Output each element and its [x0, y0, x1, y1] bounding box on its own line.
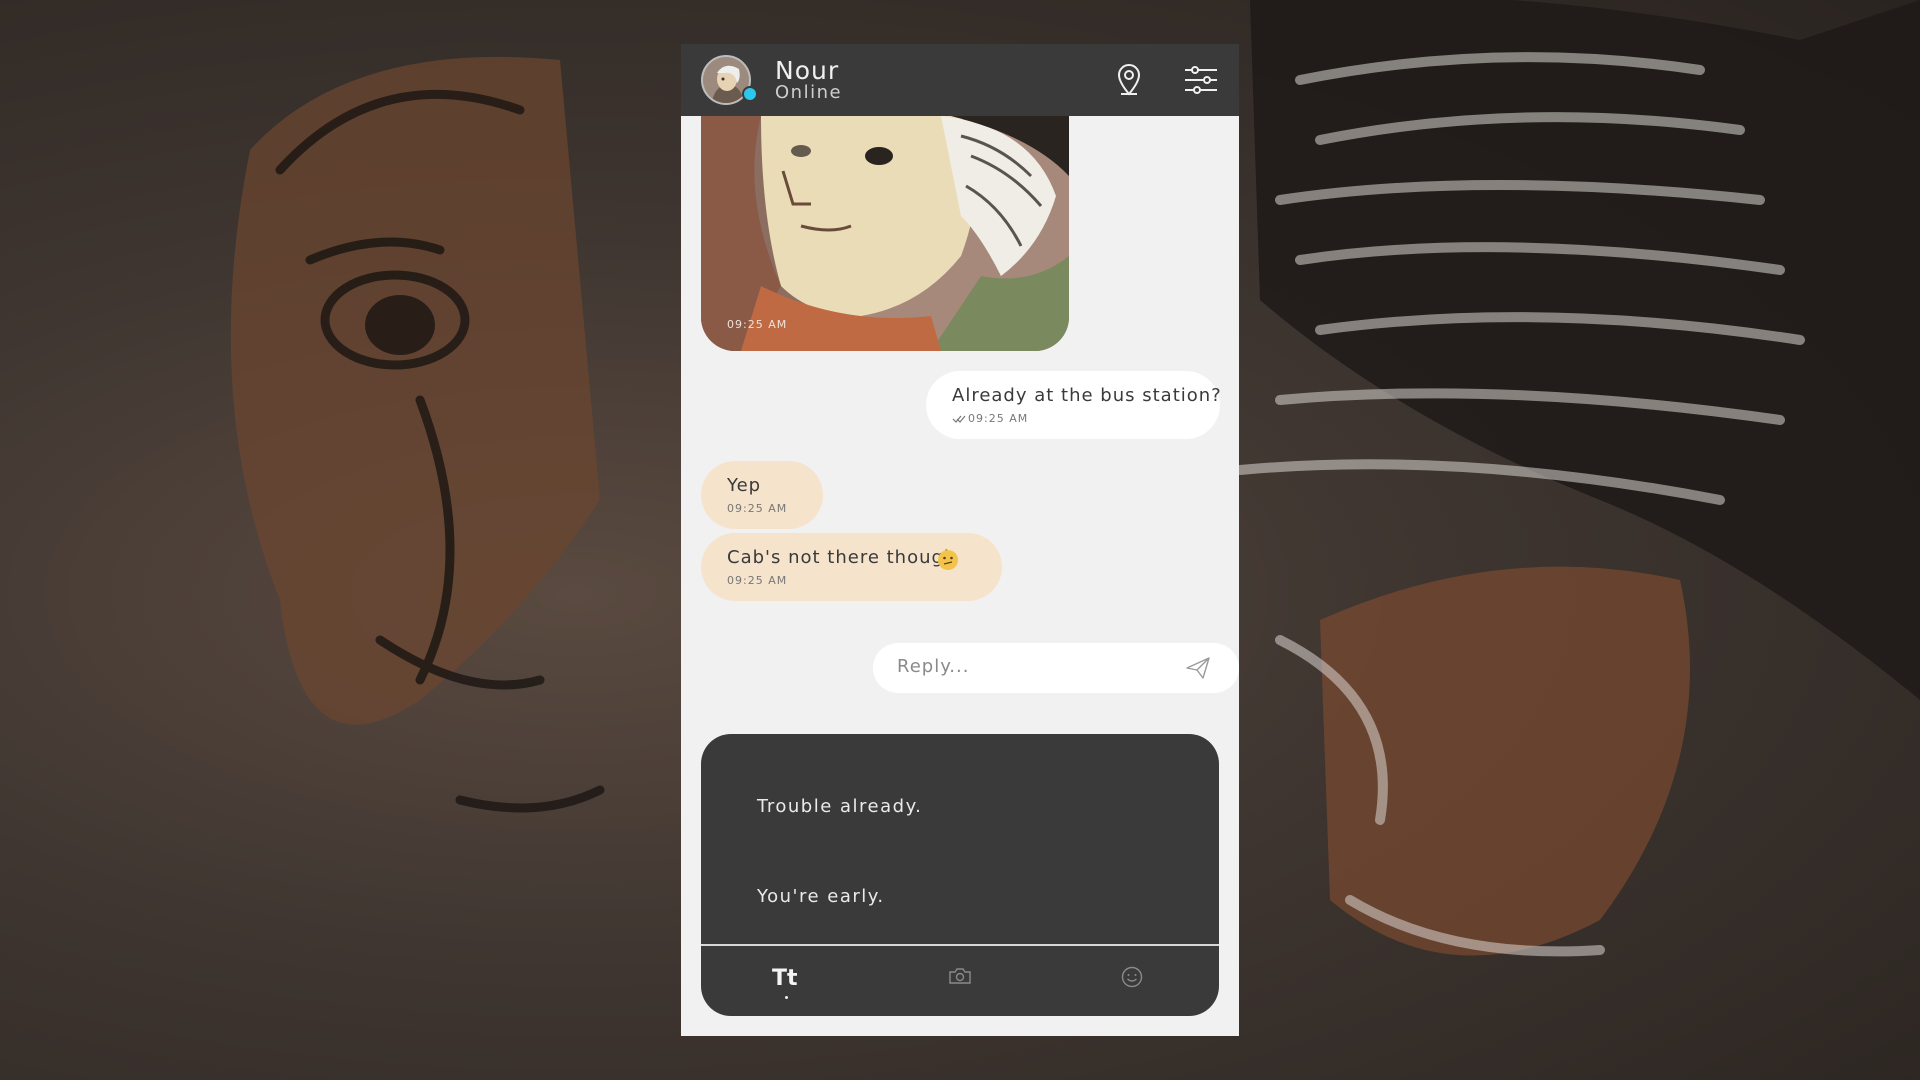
choice-option[interactable]: Trouble already. [757, 796, 922, 817]
double-check-icon [952, 415, 966, 423]
message-time: 09:25 AM [727, 318, 788, 331]
camera-icon [949, 968, 971, 984]
tab-camera[interactable] [930, 954, 990, 1004]
message-text: Already at the bus station? [952, 385, 1222, 406]
tab-emoji[interactable] [1102, 954, 1162, 1004]
text-tab-label: Tt [772, 966, 798, 991]
incoming-message: Cab's not there though 09:25 AM [701, 533, 1002, 601]
chat-header: Nour Online [681, 44, 1239, 116]
active-tab-indicator [785, 996, 788, 999]
message-text: Yep [727, 475, 762, 496]
reply-choices-panel: Trouble already. You're early. Tt [701, 734, 1219, 1016]
message-time: 09:25 AM [968, 412, 1029, 425]
choice-option[interactable]: You're early. [757, 886, 885, 907]
reply-input[interactable]: Reply... [873, 643, 1239, 693]
image-message[interactable]: 09:25 AM [701, 116, 1069, 351]
send-icon[interactable] [1185, 656, 1211, 680]
settings-sliders-icon[interactable] [1181, 60, 1221, 100]
incoming-message: Yep 09:25 AM [701, 461, 823, 529]
outgoing-message: Already at the bus station? 09:25 AM [926, 371, 1222, 439]
contact-name: Nour [775, 56, 840, 85]
divider [701, 944, 1219, 946]
contact-status: Online [775, 82, 843, 103]
message-time: 09:25 AM [727, 574, 788, 587]
online-status-dot [742, 86, 758, 102]
reply-placeholder: Reply... [897, 656, 970, 677]
message-time: 09:25 AM [727, 502, 788, 515]
location-pin-icon[interactable] [1109, 60, 1149, 100]
phone-chat-window: Nour Online 09:25 AM Already at the bus … [681, 44, 1239, 1036]
confused-face-icon [938, 550, 958, 570]
smiley-icon [1121, 966, 1143, 988]
message-text: Cab's not there though [727, 547, 957, 568]
tab-text[interactable]: Tt [757, 954, 817, 1004]
